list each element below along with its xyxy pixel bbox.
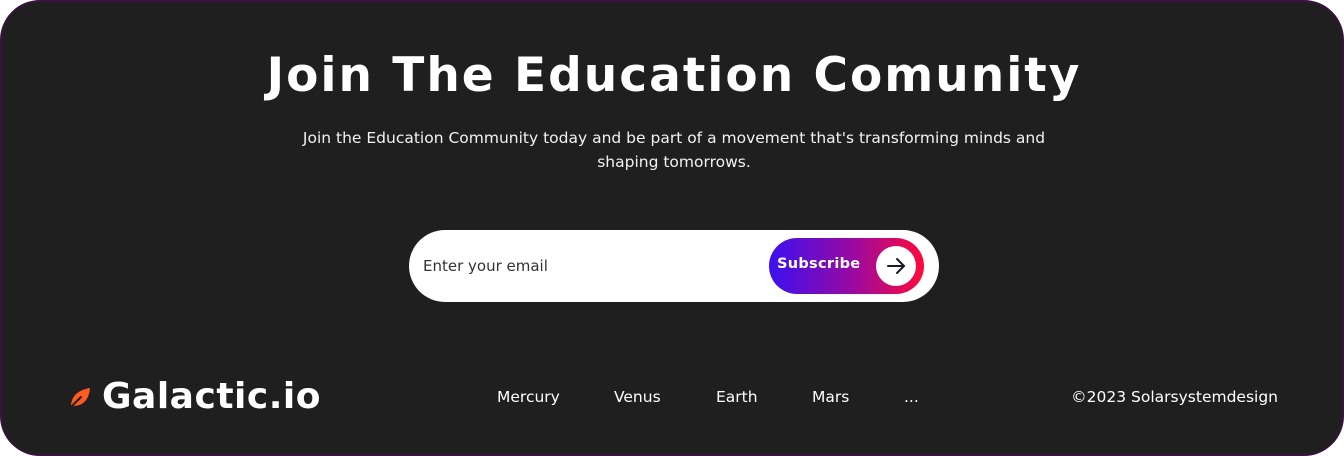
newsletter-title: Join The Education Comunity — [266, 48, 1082, 103]
subscribe-form: Subscribe — [409, 230, 939, 302]
nav-link-venus[interactable]: Venus — [614, 388, 661, 406]
nav-link-more[interactable]: ... — [904, 388, 919, 406]
nav-link-earth[interactable]: Earth — [716, 388, 758, 406]
newsletter-card: Join The Education Comunity Join the Edu… — [0, 0, 1344, 456]
subscribe-label: Subscribe — [777, 256, 861, 272]
copyright-text: ©2023 Solarsystemdesign — [1071, 388, 1278, 406]
nav-link-mars[interactable]: Mars — [812, 388, 849, 406]
nav-link-mercury[interactable]: Mercury — [497, 388, 560, 406]
email-input[interactable] — [423, 246, 753, 286]
newsletter-subtitle: Join the Education Community today and b… — [302, 129, 1046, 171]
arrow-right-icon — [876, 246, 916, 286]
subscribe-button[interactable]: Subscribe — [769, 238, 924, 294]
